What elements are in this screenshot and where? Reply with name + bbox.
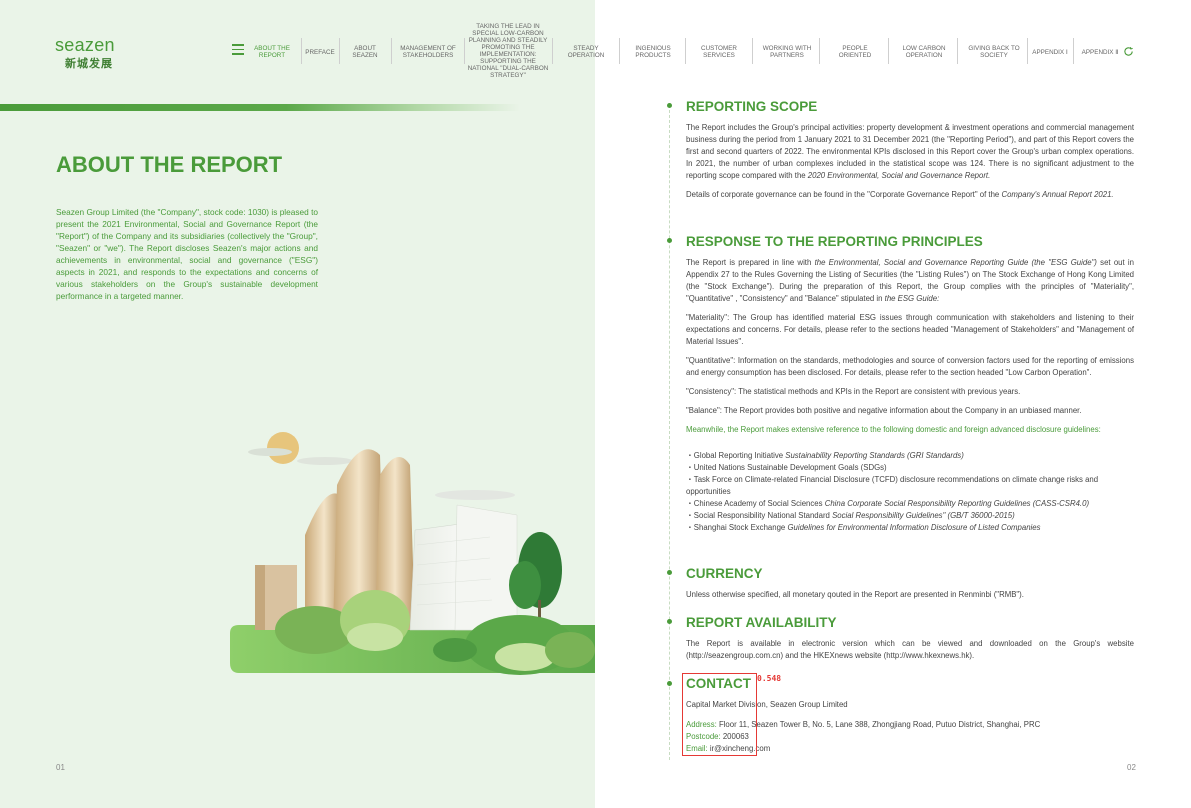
section-timeline [669, 110, 670, 760]
governance-reference: Company's Annual Report 2021. [1001, 190, 1114, 199]
section-title: REPORTING SCOPE [686, 99, 818, 114]
quantitative-paragraph: "Quantitative": Information on the stand… [686, 356, 1134, 377]
nav-item-giving-back-to-society[interactable]: GIVING BACK TO SOCIETY [962, 30, 1026, 74]
materiality-paragraph: "Materiality": The Group has identified … [686, 313, 1134, 346]
nav-item-working-with-partners[interactable]: WORKING WITH PARTNERS [758, 30, 816, 74]
nav-divider [685, 38, 686, 64]
governance-text: Details of corporate governance can be f… [686, 190, 1002, 199]
principles-paragraph: The Report is prepared in line with the … [686, 257, 1134, 305]
nav-item-dual-carbon-strategy[interactable]: TAKING THE LEAD IN SPECIAL LOW-CARBON PL… [464, 23, 552, 79]
nav-divider [752, 38, 753, 64]
menu-icon[interactable] [232, 44, 244, 56]
nav-divider [1073, 38, 1074, 64]
nav-item-management-of-stakeholders[interactable]: MANAGEMENT OF STAKEHOLDERS [396, 30, 460, 74]
currency-section: CURRENCY Unless otherwise specified, all… [686, 566, 1134, 608]
guideline-source: ・United Nations Sustainable Development … [686, 463, 887, 472]
section-title: REPORT AVAILABILITY [686, 615, 837, 630]
reporting-principles-section: RESPONSE TO THE REPORTING PRINCIPLES The… [686, 234, 1134, 534]
consistency-paragraph: "Consistency": The statistical methods a… [686, 387, 1021, 396]
esg-guide-reference: the ESG Guide: [884, 294, 940, 303]
availability-text: The Report is available in electronic ve… [686, 639, 1134, 660]
list-item: ・Global Reporting Initiative Sustainabil… [686, 450, 1134, 462]
report-availability-section: REPORT AVAILABILITY The Report is availa… [686, 615, 1134, 669]
balance-paragraph: "Balance": The Report provides both posi… [686, 406, 1082, 415]
page-number-right: 02 [1127, 763, 1136, 772]
left-page-background [0, 0, 595, 808]
nav-item-ingenious-products[interactable]: INGENIOUS PRODUCTS [624, 30, 682, 74]
section-title: RESPONSE TO THE REPORTING PRINCIPLES [686, 234, 983, 249]
nav-item-low-carbon-operation[interactable]: LOW CARBON OPERATION [894, 30, 954, 74]
city-illustration [230, 432, 595, 675]
list-item: ・Chinese Academy of Social Sciences Chin… [686, 498, 1134, 510]
intro-paragraph: Seazen Group Limited (the "Company", sto… [56, 207, 318, 301]
nav-item-people-oriented[interactable]: PEOPLE ORIENTED [830, 30, 880, 74]
section-bullet [667, 570, 672, 575]
nav-item-about-seazen[interactable]: ABOUT SEAZEN [345, 30, 385, 74]
annotation-box [682, 673, 757, 756]
scope-reference: 2020 Environmental, Social and Governanc… [807, 171, 991, 180]
section-bullet [667, 103, 672, 108]
seazen-logo[interactable]: seazen 新城发展 [55, 36, 127, 71]
list-item: ・Social Responsibility National Standard… [686, 510, 1134, 522]
nav-item-customer-services[interactable]: CUSTOMER SERVICES [692, 30, 746, 74]
header-green-bar [0, 104, 520, 111]
section-bullet [667, 238, 672, 243]
page-title: ABOUT THE REPORT [56, 152, 283, 177]
reporting-scope-section: REPORTING SCOPE The Report includes the … [686, 99, 1134, 208]
guideline-title: China Corporate Social Responsibility Re… [824, 499, 1090, 508]
nav-divider [552, 38, 553, 64]
guidelines-list: ・Global Reporting Initiative Sustainabil… [686, 450, 1134, 534]
section-bullet [667, 681, 672, 686]
nav-item-preface[interactable]: PREFACE [303, 30, 337, 74]
nav-divider [391, 38, 392, 64]
nav-item-appendix-2[interactable]: APPENDIX Ⅱ [1078, 30, 1122, 74]
guideline-source: ・Shanghai Stock Exchange [686, 523, 788, 532]
currency-text: Unless otherwise specified, all monetary… [686, 590, 1024, 599]
esg-guide-reference: the Environmental, Social and Governance… [814, 258, 1097, 267]
guideline-source: ・Global Reporting Initiative [686, 451, 786, 460]
principles-text: The Report is prepared in line with [686, 258, 815, 267]
guideline-source: ・Chinese Academy of Social Sciences [686, 499, 825, 508]
address-value: Floor 11, Seazen Tower B, No. 5, Lane 38… [718, 720, 1041, 729]
refresh-icon[interactable] [1123, 46, 1134, 57]
annotation-value: 0.548 [757, 674, 782, 683]
guidelines-intro: Meanwhile, the Report makes extensive re… [686, 425, 1101, 434]
nav-divider [888, 38, 889, 64]
nav-item-appendix-1[interactable]: APPENDIX Ⅰ [1028, 30, 1072, 74]
list-item: ・Task Force on Climate-related Financial… [686, 474, 1134, 498]
guideline-title: Sustainability Reporting Standards (GRI … [785, 451, 964, 460]
nav-divider [339, 38, 340, 64]
scope-paragraph: The Report includes the Group's principa… [686, 122, 1134, 182]
nav-item-steady-operation[interactable]: STEADY OPERATION [558, 30, 614, 74]
guideline-title: Guidelines for Environmental Information… [787, 523, 1041, 532]
nav-divider [957, 38, 958, 64]
nav-item-about-the-report[interactable]: ABOUT THE REPORT [250, 30, 294, 74]
nav-divider [619, 38, 620, 64]
guideline-title: Social Responsibility Guidelines" (GB/T … [832, 511, 1015, 520]
list-item: ・Shanghai Stock Exchange Guidelines for … [686, 522, 1134, 534]
governance-paragraph: Details of corporate governance can be f… [686, 189, 1134, 201]
page-number-left: 01 [56, 763, 65, 772]
nav-divider [301, 38, 302, 64]
logo-wordmark: seazen [55, 35, 115, 55]
guideline-source: ・Task Force on Climate-related Financial… [686, 475, 1099, 496]
section-bullet [667, 619, 672, 624]
logo-chinese-name: 新城发展 [65, 57, 113, 70]
list-item: ・United Nations Sustainable Development … [686, 462, 1134, 474]
section-title: CURRENCY [686, 566, 763, 581]
guideline-source: ・Social Responsibility National Standard [686, 511, 833, 520]
nav-divider [819, 38, 820, 64]
